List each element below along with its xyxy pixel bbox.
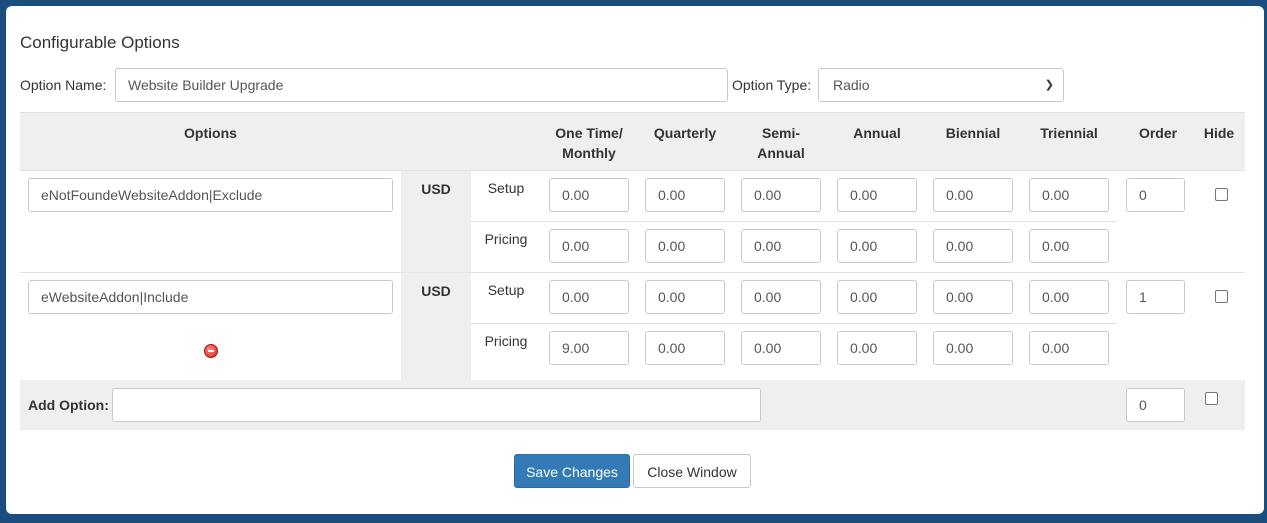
order-input[interactable]: 0 bbox=[1126, 178, 1185, 212]
hide-checkbox[interactable] bbox=[1215, 290, 1228, 303]
hide-checkbox[interactable] bbox=[1215, 188, 1228, 201]
header-semi-line2: Annual bbox=[757, 145, 805, 161]
configurable-options-panel: Configurable Options Option Name: Option… bbox=[6, 6, 1264, 514]
price-input[interactable]: 0.00 bbox=[741, 229, 821, 263]
sub-row-divider bbox=[471, 323, 1117, 324]
header-one-time-line1: One Time/ bbox=[555, 125, 623, 141]
option-type-label: Option Type: bbox=[732, 77, 812, 93]
price-input[interactable]: 0.00 bbox=[645, 178, 725, 212]
header-biennial: Biennial bbox=[945, 125, 1001, 141]
option-type-value: Radio bbox=[833, 77, 870, 93]
add-option-row: Add Option: 0 bbox=[20, 380, 1245, 430]
price-input[interactable]: 9.00 bbox=[549, 331, 629, 365]
pricing-label: Pricing bbox=[484, 231, 528, 247]
header-one-time-monthly: One Time/ Monthly bbox=[541, 123, 637, 163]
price-input[interactable]: 0.00 bbox=[933, 280, 1013, 314]
option-name-field[interactable] bbox=[28, 280, 393, 314]
chevron-down-icon: ❯ bbox=[1044, 79, 1054, 91]
header-order: Order bbox=[1138, 125, 1178, 141]
price-input[interactable]: 0.00 bbox=[741, 178, 821, 212]
price-input[interactable]: 0.00 bbox=[1029, 178, 1109, 212]
header-quarterly: Quarterly bbox=[653, 125, 717, 141]
price-input[interactable]: 0.00 bbox=[837, 331, 917, 365]
price-input[interactable]: 0.00 bbox=[837, 280, 917, 314]
price-input[interactable]: 0.00 bbox=[837, 229, 917, 263]
header-options: Options bbox=[184, 125, 237, 141]
add-option-input[interactable] bbox=[112, 388, 761, 422]
add-option-order-input[interactable]: 0 bbox=[1126, 388, 1185, 422]
pricing-label: Pricing bbox=[484, 333, 528, 349]
price-input[interactable]: 0.00 bbox=[933, 178, 1013, 212]
setup-label: Setup bbox=[487, 180, 525, 196]
price-input[interactable]: 0.00 bbox=[933, 229, 1013, 263]
price-input[interactable]: 0.00 bbox=[741, 280, 821, 314]
price-input[interactable]: 0.00 bbox=[1029, 331, 1109, 365]
option-name-field[interactable] bbox=[28, 178, 393, 212]
price-input[interactable]: 0.00 bbox=[645, 229, 725, 263]
currency-cell: USD bbox=[401, 171, 471, 272]
add-option-hide-checkbox[interactable] bbox=[1205, 392, 1218, 405]
option-name-input[interactable] bbox=[115, 68, 728, 102]
price-input[interactable]: 0.00 bbox=[549, 178, 629, 212]
page-title: Configurable Options bbox=[20, 33, 180, 52]
price-input[interactable]: 0.00 bbox=[1029, 280, 1109, 314]
setup-label: Setup bbox=[487, 282, 525, 298]
option-name-label: Option Name: bbox=[20, 77, 107, 93]
price-input[interactable]: 0.00 bbox=[933, 331, 1013, 365]
currency-cell: USD bbox=[401, 273, 471, 380]
close-window-button[interactable]: Close Window bbox=[633, 454, 751, 488]
row-divider bbox=[20, 170, 1245, 171]
price-input[interactable]: 0.00 bbox=[549, 280, 629, 314]
save-changes-button[interactable]: Save Changes bbox=[514, 454, 630, 488]
order-input[interactable]: 1 bbox=[1126, 280, 1185, 314]
price-input[interactable]: 0.00 bbox=[645, 331, 725, 365]
header-triennial: Triennial bbox=[1040, 125, 1098, 141]
price-input[interactable]: 0.00 bbox=[741, 331, 821, 365]
header-one-time-line2: Monthly bbox=[562, 145, 616, 161]
header-annual: Annual bbox=[853, 125, 901, 141]
table-header: Options One Time/ Monthly Quarterly Semi… bbox=[20, 112, 1245, 170]
price-input[interactable]: 0.00 bbox=[645, 280, 725, 314]
header-semi-line1: Semi- bbox=[761, 125, 801, 141]
remove-option-icon[interactable] bbox=[204, 344, 218, 358]
option-type-select[interactable]: Radio ❯ bbox=[818, 68, 1064, 102]
price-input[interactable]: 0.00 bbox=[837, 178, 917, 212]
price-input[interactable]: 0.00 bbox=[549, 229, 629, 263]
add-option-label: Add Option: bbox=[28, 397, 109, 413]
row-divider bbox=[20, 272, 1245, 273]
header-hide: Hide bbox=[1203, 125, 1235, 141]
sub-row-divider bbox=[471, 221, 1117, 222]
price-input[interactable]: 0.00 bbox=[1029, 229, 1109, 263]
header-semi-annual: Semi- Annual bbox=[733, 123, 829, 163]
